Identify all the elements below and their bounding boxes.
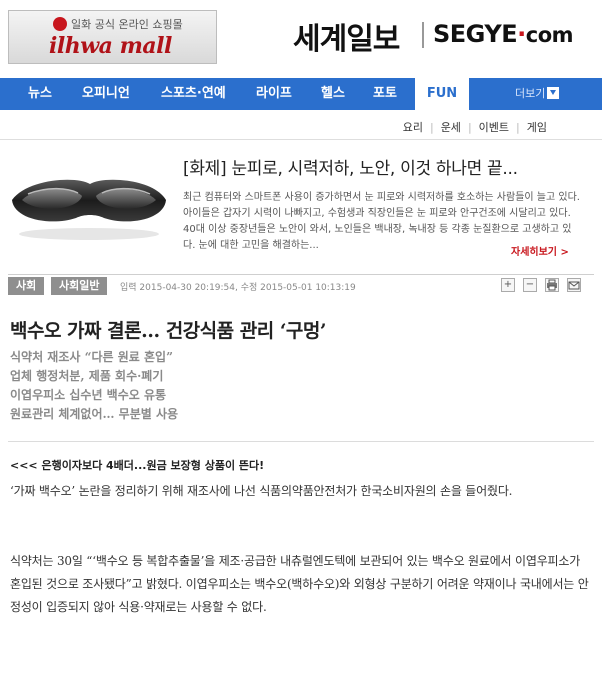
print-icon [547,279,557,291]
subnav-item-event[interactable]: 이벤트 [479,121,509,134]
subnav-separator: | [429,121,434,134]
subnav-item-fortune[interactable]: 운세 [441,121,461,134]
nav-more-button[interactable]: 더보기 [515,78,560,110]
subnav-separator: | [516,121,520,134]
chevron-down-icon [547,87,560,99]
nav-item-photo[interactable]: 포토 [373,78,397,110]
article-headline: 백수오 가짜 결론… 건강식품 관리 ‘구멍’ [10,320,327,342]
subhead-line: 원료관리 체계없어… 무분별 사용 [10,407,179,421]
promo-more-link[interactable]: 자세히보기 > [511,243,569,258]
article-meta-bar: 사회 사회일반 입력 2015-04-30 20:19:54, 수정 2015-… [8,274,594,296]
article-paragraph: ‘가짜 백수오’ 논란을 정리하기 위해 재조사에 나선 식품의약품안전처가 한… [10,484,513,498]
logo-divider [422,22,424,48]
nav-item-life[interactable]: 라이프 [256,78,292,110]
subnav-item-game[interactable]: 게임 [527,121,547,134]
main-nav: 뉴스 오피니언 스포츠·연예 라이프 헬스 포토 FUN 더보기 [0,78,602,110]
sub-nav: 요리 | 운세 | 이벤트 | 게임 [0,110,602,140]
print-button[interactable] [545,278,559,292]
subhead-line: 식약처 재조사 “다른 원료 혼입” [10,350,173,364]
mall-name: ilhwa mall [49,33,172,59]
segye-logo-english[interactable]: SEGYE·com [433,20,574,48]
subhead-line: 업체 행정처분, 제품 회수·폐기 [10,369,164,383]
article-dates: 입력 2015-04-30 20:19:54, 수정 2015-05-01 10… [120,283,356,293]
segye-logo-korean[interactable]: 세계일보 [293,14,400,58]
mail-icon [568,281,580,290]
subnav-item-cooking[interactable]: 요리 [403,121,423,134]
nav-item-opinion[interactable]: 오피니언 [82,78,130,110]
subnav-separator: | [467,121,472,134]
nav-item-health[interactable]: 헬스 [321,78,345,110]
logo-com: com [525,23,574,47]
site-header: 일화 공식 온라인 쇼핑몰 ilhwa mall 세계일보 SEGYE·com [0,0,602,74]
nav-item-news[interactable]: 뉴스 [28,78,52,110]
eye-mask-product-image[interactable] [8,160,170,246]
sub-nav-list: 요리 | 운세 | 이벤트 | 게임 [403,119,547,135]
mall-subtitle: 일화 공식 온라인 쇼핑몰 [71,18,183,31]
email-button[interactable] [567,278,581,292]
subhead-line: 이엽우피소 십수년 백수오 유통 [10,388,167,402]
font-decrease-button[interactable]: − [523,278,537,292]
ilhwa-logo-icon [53,17,67,31]
logo-segye: SEGYE [433,20,518,48]
font-increase-button[interactable]: + [501,278,515,292]
subcategory-badge[interactable]: 사회일반 [51,277,108,295]
article-paragraph: 식약처는 30일 “‘백수오 등 복합추출물’을 제조·공급한 내츄럴엔도텍에 … [10,554,589,614]
nav-more-label: 더보기 [515,87,546,100]
article-subheads: 식약처 재조사 “다른 원료 혼입” 업체 행정처분, 제품 회수·폐기 이엽우… [10,348,178,424]
ilhwa-mall-banner[interactable]: 일화 공식 온라인 쇼핑몰 ilhwa mall [8,10,217,64]
category-badge[interactable]: 사회 [8,277,45,295]
sponsored-link[interactable]: <<< 은행이자보다 4배더...원금 보장형 상품이 뜬다! [10,457,264,473]
nav-item-fun[interactable]: FUN [415,78,469,110]
promo-title[interactable]: [화제] 눈피로, 시력저하, 노안, 이것 하나면 끝... [183,154,518,179]
logo-dot: · [517,20,526,48]
nav-item-sports[interactable]: 스포츠·연예 [161,78,226,110]
divider [8,441,594,442]
